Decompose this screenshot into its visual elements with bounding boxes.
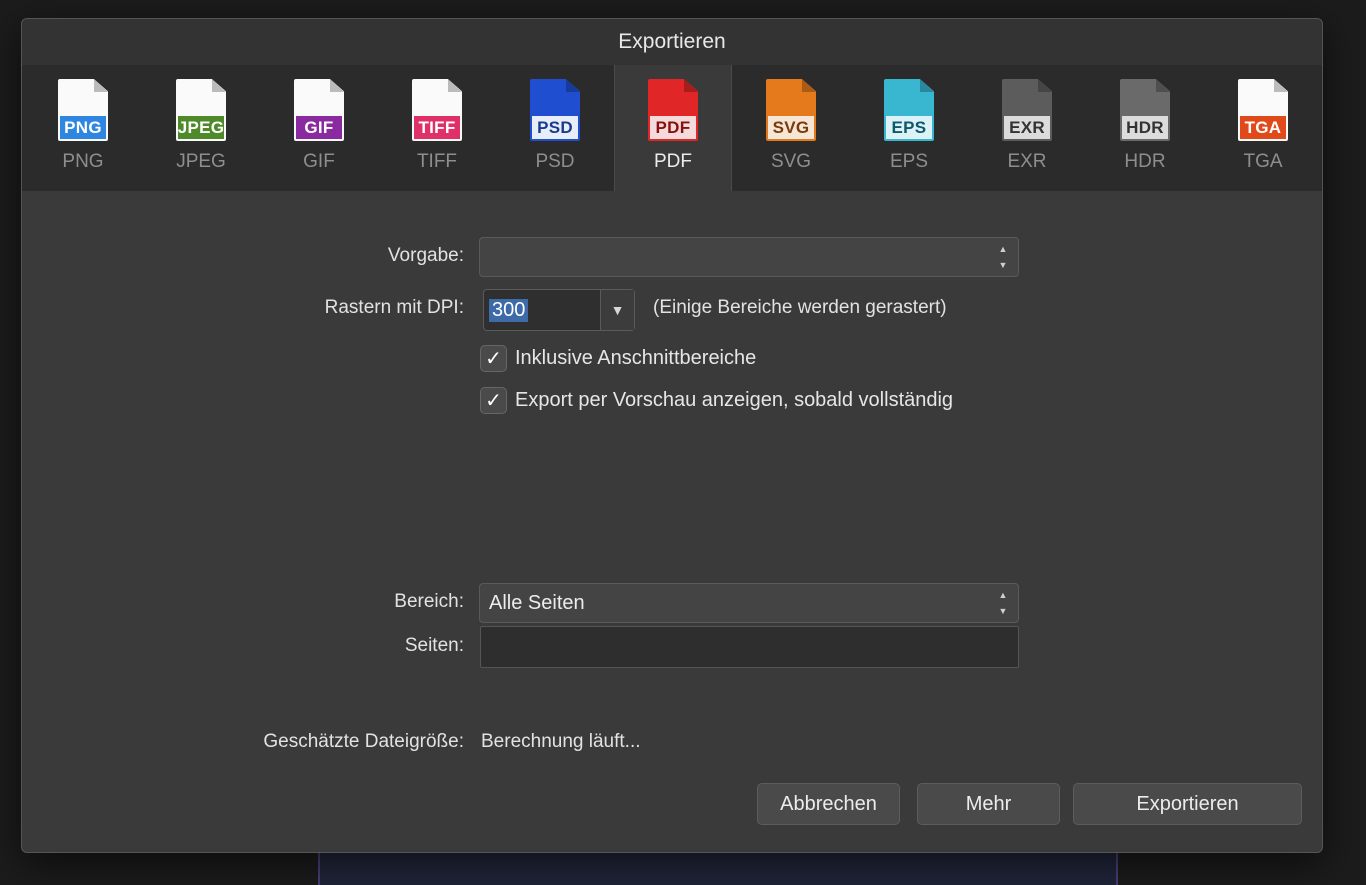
format-label: PDF (654, 151, 692, 172)
format-label: TIFF (416, 151, 458, 172)
format-label: SVG (770, 151, 812, 172)
format-badge: JPEG (178, 116, 224, 139)
export-dialog: Exportieren PNG PNG JPEG JPEG GIF GIF TIFF TIFF… (21, 18, 1323, 853)
format-label: HDR (1124, 151, 1166, 172)
dialog-title: Exportieren (22, 19, 1322, 65)
format-label: GIF (303, 151, 335, 172)
export-button[interactable]: Exportieren (1073, 783, 1302, 825)
format-badge: HDR (1122, 116, 1168, 139)
exr-file-icon: EXR (1002, 79, 1052, 141)
preview-checkbox[interactable]: ✓ (480, 387, 507, 414)
gif-file-icon: GIF (294, 79, 344, 141)
range-label: Bereich: (394, 591, 464, 612)
tiff-file-icon: TIFF (412, 79, 462, 141)
format-badge: EXR (1004, 116, 1050, 139)
format-tab-exr[interactable]: EXR EXR (968, 65, 1086, 191)
range-value: Alle Seiten (489, 591, 585, 614)
format-label: PSD (535, 151, 575, 172)
format-badge: PDF (650, 116, 696, 139)
format-label: PNG (62, 151, 104, 172)
bleed-label: Inklusive Anschnittbereiche (515, 347, 757, 369)
dpi-label: Rastern mit DPI: (324, 297, 464, 318)
format-tab-png[interactable]: PNG PNG (24, 65, 142, 191)
pages-label: Seiten: (404, 635, 464, 656)
format-tab-tga[interactable]: TGA TGA (1204, 65, 1322, 191)
psd-file-icon: PSD (530, 79, 580, 141)
filesize-value: Berechnung läuft... (481, 731, 641, 752)
cancel-button[interactable]: Abbrechen (757, 783, 900, 825)
format-badge: TGA (1240, 116, 1286, 139)
stepper-arrows-icon: ▲ ▼ (998, 244, 1008, 270)
format-label: EPS (889, 151, 929, 172)
preview-label: Export per Vorschau anzeigen, sobald vol… (515, 389, 954, 411)
preset-label: Vorgabe: (387, 245, 464, 266)
preview-checkbox-row[interactable]: ✓ Export per Vorschau anzeigen, sobald v… (480, 387, 953, 414)
format-tab-hdr[interactable]: HDR HDR (1086, 65, 1204, 191)
checkmark-icon: ✓ (485, 390, 502, 412)
dpi-combo[interactable]: 300 ▼ (483, 289, 635, 331)
bleed-checkbox-row[interactable]: ✓ Inklusive Anschnittbereiche (480, 345, 756, 372)
svg-file-icon: SVG (766, 79, 816, 141)
png-file-icon: PNG (58, 79, 108, 141)
format-badge: SVG (768, 116, 814, 139)
format-tab-psd[interactable]: PSD PSD (496, 65, 614, 191)
format-tab-tiff[interactable]: TIFF TIFF (378, 65, 496, 191)
more-button[interactable]: Mehr (917, 783, 1060, 825)
format-bar: PNG PNG JPEG JPEG GIF GIF TIFF TIFF PSD PSD PDF PDF… (22, 65, 1322, 191)
bleed-checkbox[interactable]: ✓ (480, 345, 507, 372)
format-badge: EPS (886, 116, 932, 139)
dpi-note: (Einige Bereiche werden gerastert) (653, 297, 947, 318)
format-badge: TIFF (414, 116, 460, 139)
format-tab-eps[interactable]: EPS EPS (850, 65, 968, 191)
hdr-file-icon: HDR (1120, 79, 1170, 141)
preset-popup[interactable]: ▲ ▼ (479, 237, 1019, 277)
format-badge: GIF (296, 116, 342, 139)
format-badge: PSD (532, 116, 578, 139)
format-tab-jpeg[interactable]: JPEG JPEG (142, 65, 260, 191)
eps-file-icon: EPS (884, 79, 934, 141)
checkmark-icon: ✓ (485, 348, 502, 370)
chevron-down-icon[interactable]: ▼ (600, 290, 634, 330)
format-label: JPEG (176, 151, 226, 172)
range-popup[interactable]: Alle Seiten ▲ ▼ (479, 583, 1019, 623)
format-tab-pdf[interactable]: PDF PDF (614, 65, 732, 191)
format-tab-gif[interactable]: GIF GIF (260, 65, 378, 191)
stepper-arrows-icon: ▲ ▼ (998, 590, 1008, 616)
dpi-input[interactable]: 300 (484, 290, 600, 330)
format-label: TGA (1243, 151, 1283, 172)
pages-input[interactable] (480, 626, 1019, 668)
format-label: EXR (1007, 151, 1047, 172)
pdf-file-icon: PDF (648, 79, 698, 141)
jpeg-file-icon: JPEG (176, 79, 226, 141)
filesize-label: Geschätzte Dateigröße: (263, 731, 464, 752)
format-badge: PNG (60, 116, 106, 139)
tga-file-icon: TGA (1238, 79, 1288, 141)
format-tab-svg[interactable]: SVG SVG (732, 65, 850, 191)
